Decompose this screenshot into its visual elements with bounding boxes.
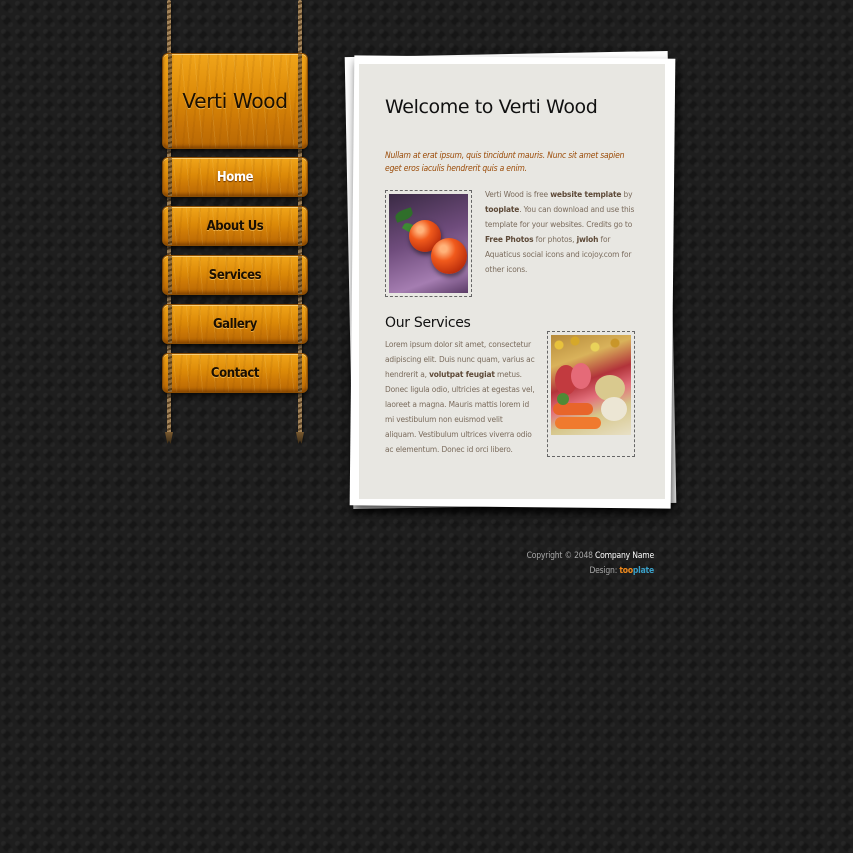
text-span: Verti Wood is free — [485, 189, 551, 199]
produce-shape — [571, 363, 591, 389]
nav-label: Gallery — [212, 316, 258, 332]
text-span: metus. Donec ligula odio, ultricies at e… — [385, 369, 535, 454]
tomato-image-frame — [385, 190, 472, 297]
nav-item-home[interactable]: Home — [162, 157, 308, 197]
services-paragraph: Lorem ipsum dolor sit amet, consectetur … — [385, 337, 535, 457]
tooplate-link[interactable]: tooplate — [619, 566, 654, 576]
rope-segment — [168, 305, 172, 343]
brand-part: too — [619, 566, 633, 576]
nav-item-about-us[interactable]: About Us — [162, 206, 308, 246]
link-website-template[interactable]: website template — [550, 189, 621, 199]
nav-item-gallery[interactable]: Gallery — [162, 304, 308, 344]
welcome-paragraph: Verti Wood is free website template by t… — [485, 187, 637, 297]
content-panel: Welcome to Verti Wood Nullam at erat ips… — [359, 64, 665, 499]
link-tooplate[interactable]: tooplate — [485, 204, 519, 214]
rope-segment — [298, 207, 302, 245]
link-jwloh[interactable]: jwloh — [577, 234, 599, 244]
text-span: for photos, — [533, 234, 577, 244]
rope-segment — [168, 54, 172, 148]
rope-segment — [168, 354, 172, 392]
brand-part: plate — [632, 566, 654, 576]
produce-shape — [553, 403, 593, 415]
nav-item-contact[interactable]: Contact — [162, 353, 308, 393]
nav-label: Services — [208, 267, 262, 283]
welcome-row: Verti Wood is free website template by t… — [385, 187, 639, 297]
copyright-text: Copyright © 2048 — [526, 551, 596, 561]
design-credit-line: Design: tooplate — [527, 564, 654, 579]
page-title: Welcome to Verti Wood — [385, 96, 598, 118]
tomato-photo — [389, 194, 468, 293]
vegetables-image-frame — [547, 331, 635, 457]
rope-segment — [168, 158, 172, 196]
produce-shape — [557, 393, 569, 405]
site-logo: Verti Wood — [182, 89, 288, 113]
rope-segment — [168, 207, 172, 245]
vegetables-photo — [551, 335, 631, 435]
intro-text: Nullam at erat ipsum, quis tincidunt mau… — [385, 151, 625, 174]
rope-segment — [298, 158, 302, 196]
design-credit-text: Design: — [589, 566, 620, 576]
nav-label: Contact — [210, 365, 260, 381]
leaf-shape — [393, 207, 415, 223]
services-title: Our Services — [385, 315, 471, 331]
text-span: by — [621, 189, 633, 199]
nav-label: About Us — [206, 218, 264, 234]
logo-board[interactable]: Verti Wood — [162, 53, 308, 149]
produce-shape — [555, 417, 601, 429]
nav-label: Home — [216, 169, 254, 185]
link-volutpat-feugiat[interactable]: volutpat feugiat — [429, 369, 495, 379]
nav-item-services[interactable]: Services — [162, 255, 308, 295]
copyright-line: Copyright © 2048 Company Name — [526, 549, 655, 564]
rope-segment — [298, 256, 302, 294]
rope-segment — [298, 305, 302, 343]
rope-end-right — [296, 432, 304, 444]
link-free-photos[interactable]: Free Photos — [485, 234, 534, 244]
rope-segment — [298, 54, 302, 148]
services-row: Lorem ipsum dolor sit amet, consectetur … — [385, 331, 639, 457]
link-icojoy[interactable]: icojoy.com — [582, 249, 620, 259]
rope-segment — [168, 256, 172, 294]
company-name-link[interactable]: Company Name — [595, 551, 654, 561]
tomato-shape — [431, 238, 467, 274]
produce-shape — [601, 397, 627, 421]
footer: Copyright © 2048 Company Name Design: to… — [526, 549, 655, 579]
rope-segment — [298, 354, 302, 392]
